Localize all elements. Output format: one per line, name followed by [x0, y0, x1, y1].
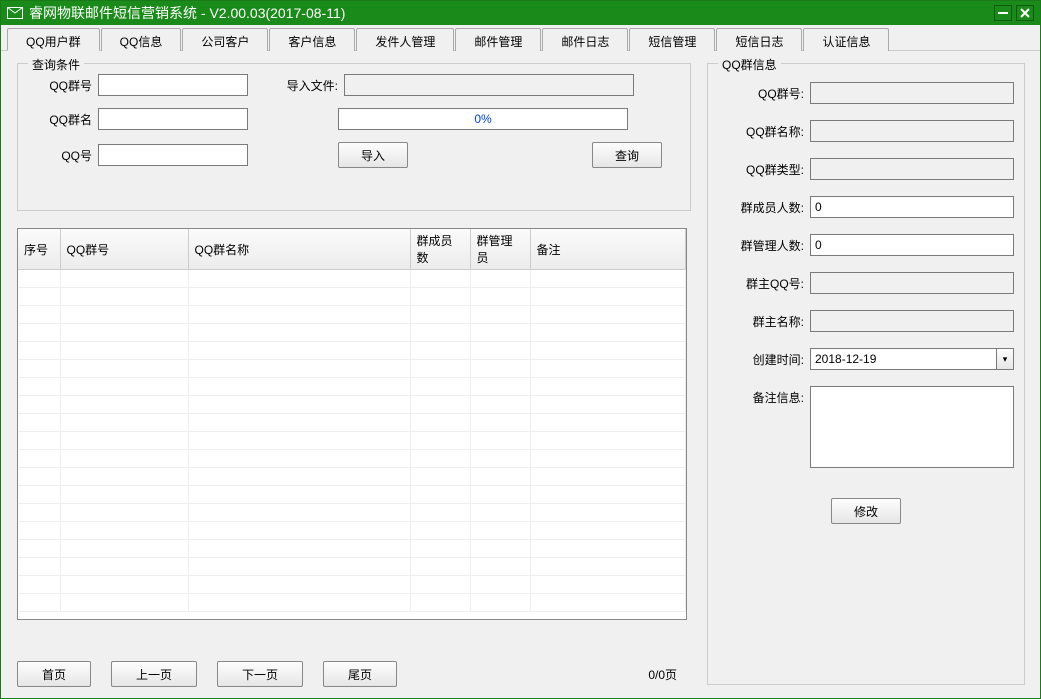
table-row[interactable]: [18, 576, 686, 594]
table-row[interactable]: [18, 396, 686, 414]
date-dropdown-button[interactable]: ▾: [996, 348, 1014, 370]
last-page-button[interactable]: 尾页: [323, 661, 397, 687]
table-row[interactable]: [18, 324, 686, 342]
info-group-name-label: QQ群名称:: [718, 120, 804, 140]
result-table[interactable]: 序号 QQ群号 QQ群名称 群成员数 群管理员 备注: [17, 228, 687, 620]
col-remark[interactable]: 备注: [530, 229, 686, 270]
tab-mail-manage[interactable]: 邮件管理: [455, 28, 541, 51]
table-row[interactable]: [18, 540, 686, 558]
table-row[interactable]: [18, 432, 686, 450]
pager: 首页 上一页 下一页 尾页 0/0页: [17, 656, 687, 692]
query-fieldset: 查询条件 QQ群号 导入文件: QQ群名 0% QQ号 导: [17, 63, 691, 211]
query-legend: 查询条件: [28, 56, 84, 73]
qq-group-name-label: QQ群名: [28, 111, 92, 128]
table-row[interactable]: [18, 270, 686, 288]
tab-qq-user-group[interactable]: QQ用户群: [7, 28, 100, 51]
tab-mail-log[interactable]: 邮件日志: [542, 28, 628, 51]
table-header-row: 序号 QQ群号 QQ群名称 群成员数 群管理员 备注: [18, 229, 686, 270]
table-row[interactable]: [18, 378, 686, 396]
info-member-count-label: 群成员人数:: [718, 196, 804, 216]
qq-group-no-input[interactable]: [98, 74, 248, 96]
info-owner-qq-input[interactable]: [810, 272, 1014, 294]
tab-customer-info[interactable]: 客户信息: [269, 28, 355, 51]
modify-button[interactable]: 修改: [831, 498, 901, 524]
info-owner-name-label: 群主名称:: [718, 310, 804, 330]
table-row[interactable]: [18, 522, 686, 540]
app-icon: [7, 7, 23, 19]
first-page-button[interactable]: 首页: [17, 661, 91, 687]
import-button[interactable]: 导入: [338, 142, 408, 168]
info-admin-count-input[interactable]: [810, 234, 1014, 256]
tab-qq-info[interactable]: QQ信息: [101, 28, 182, 51]
info-legend: QQ群信息: [718, 56, 781, 73]
table-row[interactable]: [18, 594, 686, 612]
col-group-no[interactable]: QQ群号: [60, 229, 188, 270]
titlebar: 睿网物联邮件短信营销系统 - V2.00.03(2017-08-11): [1, 1, 1040, 25]
info-group-no-label: QQ群号:: [718, 82, 804, 102]
info-group-type-label: QQ群类型:: [718, 158, 804, 178]
info-remark-label: 备注信息:: [718, 386, 804, 406]
prev-page-button[interactable]: 上一页: [111, 661, 197, 687]
table-row[interactable]: [18, 342, 686, 360]
content-area: 查询条件 QQ群号 导入文件: QQ群名 0% QQ号 导: [7, 53, 1034, 692]
tab-sender-manage[interactable]: 发件人管理: [356, 28, 454, 51]
qq-no-label: QQ号: [28, 147, 92, 164]
close-button[interactable]: [1016, 5, 1034, 21]
group-info-fieldset: QQ群信息 QQ群号: QQ群名称: QQ群类型: 群成员人数: 群管理人数:: [707, 63, 1025, 685]
tab-sms-manage[interactable]: 短信管理: [629, 28, 715, 51]
table-row[interactable]: [18, 414, 686, 432]
col-group-name[interactable]: QQ群名称: [188, 229, 410, 270]
tab-auth-info[interactable]: 认证信息: [803, 28, 889, 51]
table-row[interactable]: [18, 306, 686, 324]
table-row[interactable]: [18, 504, 686, 522]
info-group-no-input[interactable]: [810, 82, 1014, 104]
import-file-label: 导入文件:: [248, 77, 338, 94]
page-status: 0/0页: [648, 666, 677, 683]
info-create-time-label: 创建时间:: [718, 348, 804, 368]
tab-strip: QQ用户群 QQ信息 公司客户 客户信息 发件人管理 邮件管理 邮件日志 短信管…: [1, 27, 1040, 51]
info-owner-qq-label: 群主QQ号:: [718, 272, 804, 292]
app-window: 睿网物联邮件短信营销系统 - V2.00.03(2017-08-11) QQ用户…: [0, 0, 1041, 699]
progress-label: 0%: [339, 109, 627, 129]
table-body: [18, 270, 686, 612]
minimize-button[interactable]: [994, 5, 1012, 21]
qq-no-input[interactable]: [98, 144, 248, 166]
info-create-time-input[interactable]: [810, 348, 996, 370]
info-group-name-input[interactable]: [810, 120, 1014, 142]
next-page-button[interactable]: 下一页: [217, 661, 303, 687]
import-progress: 0%: [338, 108, 628, 130]
info-remark-textarea[interactable]: [810, 386, 1014, 468]
tab-company-customer[interactable]: 公司客户: [182, 28, 268, 51]
table-row[interactable]: [18, 288, 686, 306]
table-row[interactable]: [18, 360, 686, 378]
qq-group-no-label: QQ群号: [28, 77, 92, 94]
window-title: 睿网物联邮件短信营销系统 - V2.00.03(2017-08-11): [29, 3, 990, 23]
info-admin-count-label: 群管理人数:: [718, 234, 804, 254]
import-file-input[interactable]: [344, 74, 634, 96]
col-seq[interactable]: 序号: [18, 229, 60, 270]
table-row[interactable]: [18, 558, 686, 576]
tab-sms-log[interactable]: 短信日志: [716, 28, 802, 51]
info-group-type-input[interactable]: [810, 158, 1014, 180]
table-row[interactable]: [18, 486, 686, 504]
query-button[interactable]: 查询: [592, 142, 662, 168]
table-row[interactable]: [18, 468, 686, 486]
qq-group-name-input[interactable]: [98, 108, 248, 130]
info-member-count-input[interactable]: [810, 196, 1014, 218]
info-owner-name-input[interactable]: [810, 310, 1014, 332]
col-members[interactable]: 群成员数: [410, 229, 470, 270]
table-row[interactable]: [18, 450, 686, 468]
col-admins[interactable]: 群管理员: [470, 229, 530, 270]
